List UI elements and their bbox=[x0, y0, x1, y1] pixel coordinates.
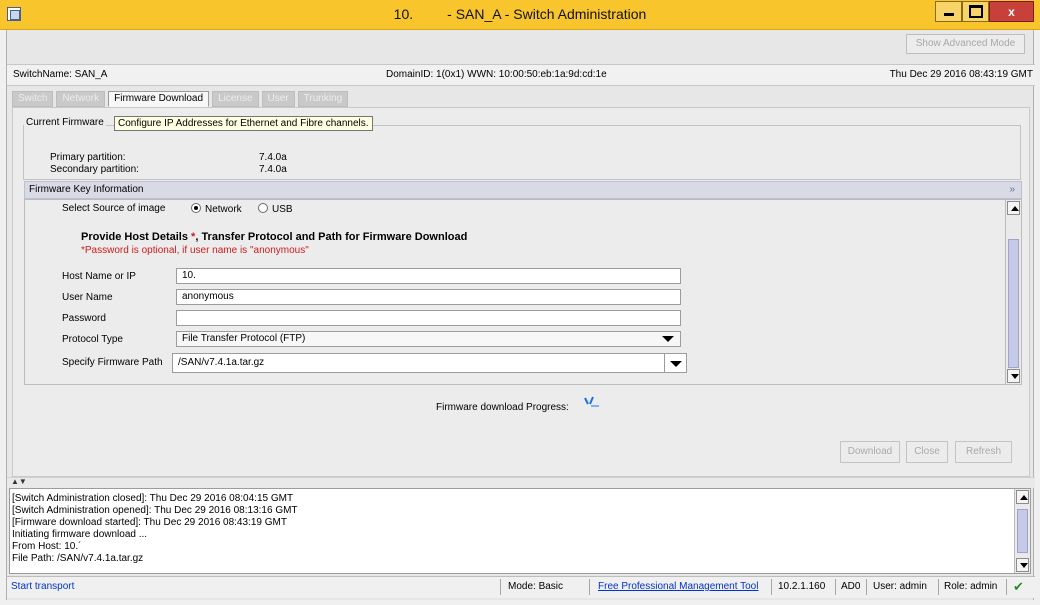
refresh-button[interactable]: Refresh bbox=[955, 441, 1012, 463]
minimize-button[interactable] bbox=[935, 1, 962, 22]
show-advanced-mode-button[interactable]: Show Advanced Mode bbox=[906, 34, 1025, 54]
ip-indicator: 10.2.1.160 bbox=[778, 581, 826, 592]
firmware-path-value: /SAN/v7.4.1a.tar.gz bbox=[178, 357, 265, 368]
source-network-label: Network bbox=[205, 204, 242, 215]
source-usb-label: USB bbox=[272, 204, 293, 215]
radio-selected-icon bbox=[191, 203, 201, 213]
admin-domain-indicator: AD0 bbox=[841, 581, 861, 592]
scroll-up-icon[interactable] bbox=[1007, 201, 1020, 215]
domain-wwn: DomainID: 1(0x1) WWN: 10:00:50:eb:1a:9d:… bbox=[386, 69, 607, 80]
password-label: Password bbox=[62, 313, 106, 324]
tab-strip: Switch Network Firmware Download License… bbox=[12, 91, 349, 107]
tab-trunking[interactable]: Trunking bbox=[297, 91, 349, 107]
title-ip: 10. bbox=[393, 6, 414, 22]
tab-network[interactable]: Network bbox=[56, 91, 106, 107]
progress-label: Firmware download Progress: bbox=[436, 402, 569, 413]
firmware-key-scrollbar[interactable] bbox=[1005, 200, 1021, 384]
host-label: Host Name or IP bbox=[62, 271, 136, 282]
title-name: - SAN_A - Switch Administration bbox=[447, 6, 647, 22]
dropdown-arrow-icon[interactable] bbox=[664, 354, 686, 372]
splitter-arrows-icon[interactable]: ▲▼ bbox=[11, 477, 27, 486]
user-indicator: User: admin bbox=[873, 581, 927, 592]
protocol-label: Protocol Type bbox=[62, 334, 123, 345]
log-scrollbar[interactable] bbox=[1014, 489, 1030, 573]
switch-name: SwitchName: SAN_A bbox=[13, 69, 108, 80]
dropdown-arrow-icon bbox=[662, 336, 674, 342]
user-label: User Name bbox=[62, 292, 113, 303]
log-splitter[interactable]: ▲▼ bbox=[7, 477, 1035, 488]
password-input[interactable] bbox=[176, 310, 681, 326]
tab-switch[interactable]: Switch bbox=[12, 91, 54, 107]
heading-rest: , Transfer Protocol and Path for Firmwar… bbox=[195, 231, 468, 243]
password-note: *Password is optional, if user name is "… bbox=[81, 245, 309, 256]
switch-info-bar: SwitchName: SAN_A DomainID: 1(0x1) WWN: … bbox=[7, 64, 1035, 86]
network-tab-tooltip: Configure IP Addresses for Ethernet and … bbox=[114, 116, 373, 131]
log-line: From Host: 10.´ bbox=[12, 541, 82, 552]
log-line: Initiating firmware download ... bbox=[12, 529, 148, 540]
event-log[interactable]: [Switch Administration closed]: Thu Dec … bbox=[9, 488, 1031, 574]
source-network-radio[interactable]: Network bbox=[191, 203, 242, 215]
firmware-key-title: Firmware Key Information bbox=[29, 184, 144, 195]
scroll-down-icon[interactable] bbox=[1007, 369, 1020, 383]
title-bar: 10. - SAN_A - Switch Administration x bbox=[0, 0, 1040, 30]
current-firmware-group bbox=[23, 125, 1021, 180]
tab-user[interactable]: User bbox=[261, 91, 295, 107]
scroll-thumb[interactable] bbox=[1017, 509, 1028, 553]
scroll-thumb[interactable] bbox=[1008, 239, 1019, 368]
collapse-chevron-icon[interactable]: » bbox=[1009, 182, 1015, 198]
role-indicator: Role: admin bbox=[944, 581, 998, 592]
radio-unselected-icon bbox=[258, 203, 268, 213]
secondary-partition-value: 7.4.0a bbox=[259, 164, 287, 175]
tab-firmware-download[interactable]: Firmware Download bbox=[108, 91, 210, 107]
maximize-button[interactable] bbox=[962, 1, 989, 22]
secondary-partition-label: Secondary partition: bbox=[50, 164, 139, 175]
start-transport-link[interactable]: Start transport bbox=[11, 577, 74, 597]
scroll-up-icon[interactable] bbox=[1016, 490, 1029, 504]
mode-indicator: Mode: Basic bbox=[508, 581, 564, 592]
log-line: [Firmware download started]: Thu Dec 29 … bbox=[12, 517, 287, 528]
window-client: Show Advanced Mode SwitchName: SAN_A Dom… bbox=[6, 30, 1035, 600]
current-firmware-legend: Current Firmware bbox=[24, 117, 106, 128]
protocol-selected: File Transfer Protocol (FTP) bbox=[182, 333, 306, 344]
user-input[interactable]: anonymous bbox=[176, 289, 681, 305]
heading-text: Provide Host Details bbox=[81, 231, 188, 243]
protocol-select[interactable]: File Transfer Protocol (FTP) bbox=[176, 331, 681, 347]
scroll-down-icon[interactable] bbox=[1016, 558, 1029, 572]
firmware-key-header[interactable]: Firmware Key Information » bbox=[24, 181, 1022, 199]
log-line: File Path: /SAN/v7.4.1a.tar.gz bbox=[12, 553, 144, 564]
close-button[interactable]: Close bbox=[906, 441, 948, 463]
log-line: [Switch Administration closed]: Thu Dec … bbox=[12, 493, 294, 504]
source-usb-radio[interactable]: USB bbox=[258, 203, 293, 215]
management-tool-link[interactable]: Free Professional Management Tool bbox=[598, 577, 758, 597]
firmware-key-body: Select Source of image Network USB Provi… bbox=[24, 199, 1022, 385]
firmware-path-combo[interactable]: /SAN/v7.4.1a.tar.gz bbox=[172, 353, 687, 373]
status-bar: Start transport Mode: Basic Free Profess… bbox=[7, 576, 1035, 598]
host-input[interactable]: 10. bbox=[176, 268, 681, 284]
log-line: [Switch Administration opened]: Thu Dec … bbox=[12, 505, 298, 516]
primary-partition-label: Primary partition: bbox=[50, 152, 126, 163]
spinner-icon bbox=[584, 396, 599, 407]
window-title: 10. - SAN_A - Switch Administration bbox=[0, 6, 1040, 22]
primary-partition-value: 7.4.0a bbox=[259, 152, 287, 163]
download-button[interactable]: Download bbox=[840, 441, 900, 463]
tab-license[interactable]: License bbox=[212, 91, 259, 107]
switch-datetime: Thu Dec 29 2016 08:43:19 GMT bbox=[889, 69, 1033, 80]
source-label: Select Source of image bbox=[62, 203, 166, 214]
path-label: Specify Firmware Path bbox=[62, 357, 163, 368]
checkmark-icon: ✔ bbox=[1013, 579, 1024, 594]
host-details-heading: Provide Host Details *, Transfer Protoco… bbox=[81, 231, 467, 243]
close-window-button[interactable]: x bbox=[989, 1, 1034, 22]
